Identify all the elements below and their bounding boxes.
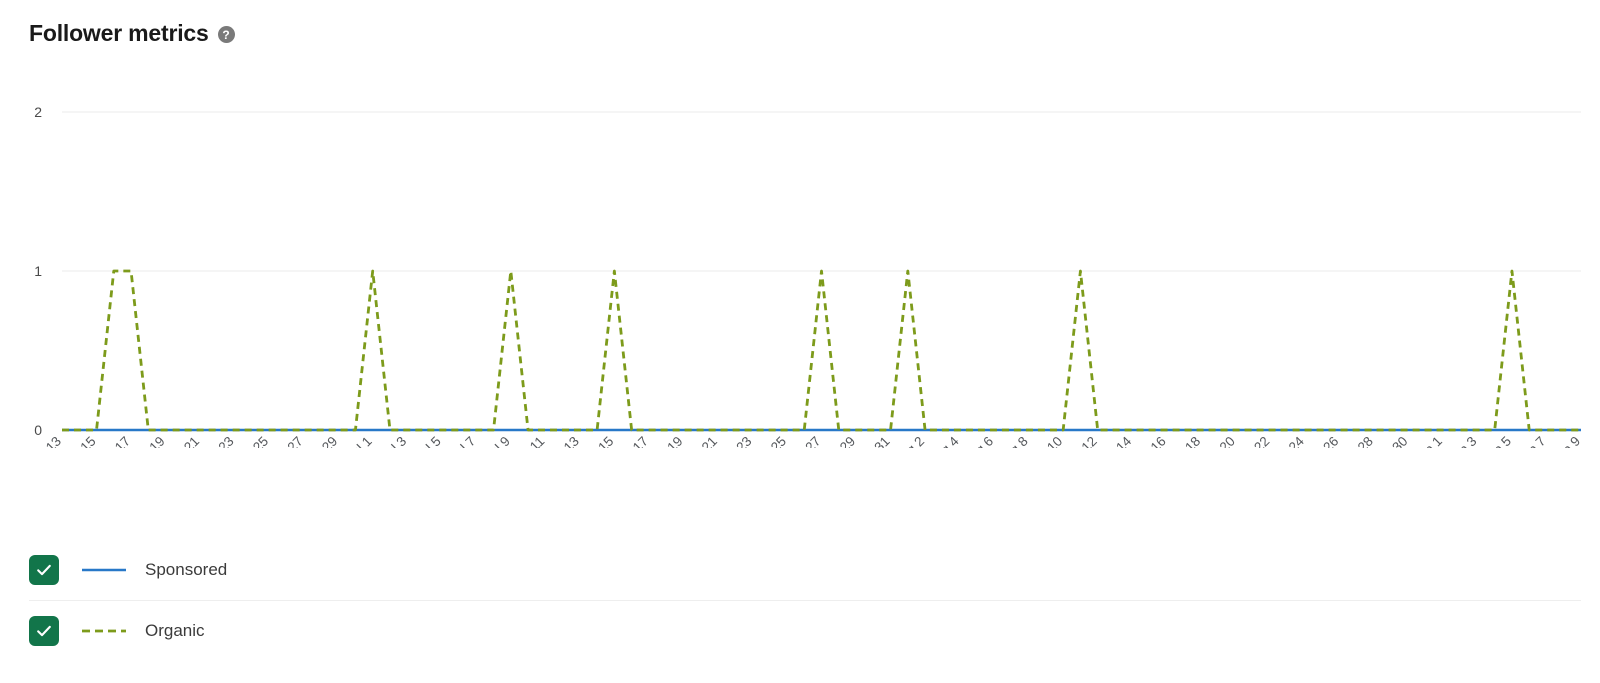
page-title: Follower metrics	[29, 20, 209, 46]
x-axis-tick-label: Jul 11	[512, 434, 547, 448]
x-axis-tick-label: Jun 19	[128, 434, 167, 448]
x-axis-tick-label: Aug 28	[1335, 434, 1376, 448]
x-axis-tick-label: Jul 27	[788, 434, 824, 448]
x-axis-tick-label: Aug 24	[1266, 433, 1307, 448]
x-axis-tick-label: Aug 6	[961, 434, 997, 448]
follower-metrics-panel: Follower metrics ? 0 1 2 Jun 13Jun 15Jun 17…	[0, 0, 1600, 683]
legend-item-sponsored[interactable]: Sponsored	[29, 540, 1581, 600]
x-axis-tick-label: Aug 14	[1093, 433, 1134, 448]
y-axis-tick-label: 1	[34, 263, 42, 279]
x-axis-tick-label: Aug 12	[1059, 434, 1100, 448]
x-axis-tick-label: Jun 17	[94, 434, 133, 448]
y-axis-tick-label: 0	[34, 422, 42, 438]
x-axis-tick-label: Jul 13	[546, 434, 582, 448]
x-axis-tick-label: Aug 18	[1163, 434, 1204, 448]
x-axis-tick-label: Sep 7	[1513, 434, 1549, 448]
x-axis-tick-label: Aug 8	[995, 434, 1031, 448]
x-axis-tick-label: Aug 22	[1232, 434, 1273, 448]
chart-legend: Sponsored Organic	[29, 540, 1581, 661]
x-axis-tick-label: Sep 9	[1548, 434, 1584, 448]
x-axis-tick-label: Jun 23	[197, 434, 236, 448]
question-mark-circle-icon[interactable]: ?	[217, 26, 235, 43]
x-axis-tick-label: Jul 7	[448, 434, 479, 448]
x-axis-tick-label: Jun 21	[163, 434, 202, 448]
x-axis-tick-label: Jul 23	[718, 434, 754, 448]
x-axis-tick-label: Jun 27	[267, 434, 306, 448]
x-axis-tick-label: Jun 15	[59, 434, 98, 448]
follower-metrics-chart: 012Jun 13Jun 15Jun 17Jun 19Jun 21Jun 23J…	[0, 88, 1600, 448]
check-icon	[37, 564, 51, 576]
x-axis-tick-label: Jul 5	[413, 434, 444, 448]
x-axis-tick-label: Jun 29	[301, 434, 340, 448]
series-line-organic	[62, 269, 1581, 432]
legend-label-organic: Organic	[145, 621, 205, 640]
x-axis-tick-label: Aug 10	[1024, 434, 1065, 448]
x-axis-tick-label: Jul 31	[857, 434, 893, 448]
x-axis-tick-label: Sep 3	[1444, 434, 1480, 448]
panel-header: Follower metrics ?	[29, 22, 235, 45]
legend-checkbox-organic[interactable]	[29, 616, 59, 646]
x-axis-tick-label: Jul 21	[684, 434, 720, 448]
x-axis-tick-label: Jul 15	[580, 434, 616, 448]
x-axis-tick-label: Jul 29	[822, 434, 858, 448]
x-axis-tick-label: Aug 16	[1128, 434, 1169, 448]
x-axis-tick-label: Jun 13	[25, 434, 64, 448]
x-axis-tick-label: Aug 2	[892, 434, 928, 448]
legend-line-swatch-sponsored	[81, 565, 127, 575]
x-axis-tick-label: Aug 30	[1370, 434, 1411, 448]
check-icon	[37, 625, 51, 637]
x-axis-tick-label: Sep 1	[1409, 434, 1445, 448]
x-axis-tick-label: Aug 4	[926, 433, 962, 448]
legend-item-organic[interactable]: Organic	[29, 600, 1581, 661]
x-axis-tick-label: Jun 25	[232, 434, 271, 448]
x-axis-tick-label: Jul 3	[379, 434, 410, 448]
legend-checkbox-sponsored[interactable]	[29, 555, 59, 585]
x-axis-tick-label: Aug 20	[1197, 434, 1238, 448]
y-axis-tick-label: 2	[34, 104, 42, 120]
x-axis-tick-label: Jul 1	[344, 434, 375, 448]
x-axis-tick-label: Jul 9	[482, 434, 513, 448]
x-axis-tick-label: Aug 26	[1301, 434, 1342, 448]
x-axis-tick-label: Jul 17	[615, 434, 651, 448]
chart-canvas: 012Jun 13Jun 15Jun 17Jun 19Jun 21Jun 23J…	[25, 104, 1584, 448]
x-axis-tick-label: Jul 25	[753, 434, 789, 448]
x-axis-tick-label: Sep 5	[1479, 434, 1515, 448]
legend-line-swatch-organic	[81, 626, 127, 636]
legend-label-sponsored: Sponsored	[145, 560, 228, 579]
x-axis-tick-label: Jul 19	[649, 434, 685, 448]
